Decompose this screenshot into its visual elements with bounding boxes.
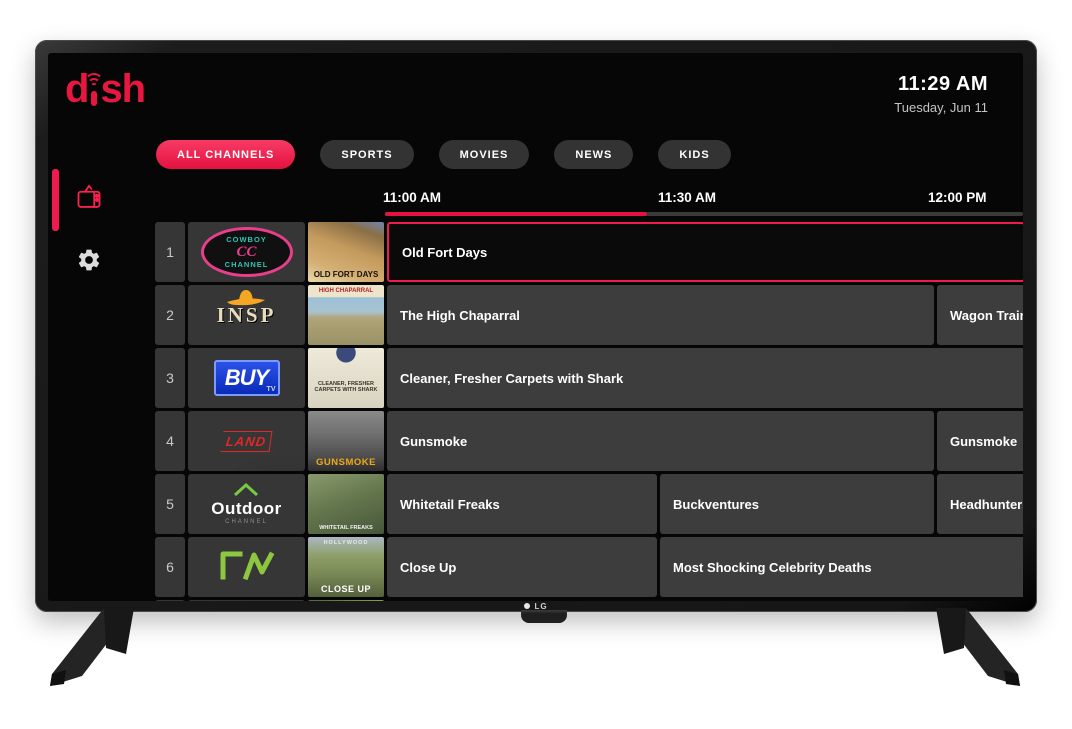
fm-channel-logo [216, 550, 278, 585]
program-cell[interactable]: Most Shocking Celebrity Deaths [660, 537, 1023, 597]
filter-pill-kids[interactable]: KIDS [658, 140, 731, 169]
channel-number: 5 [155, 474, 185, 534]
program-cell[interactable]: Gunsmoke [937, 411, 1023, 471]
channel-logo-cell[interactable]: INSP [188, 285, 305, 345]
guide-rows: 1 COWBOY CC CHANNEL OLD FORT DAYS Old Fort Da… [155, 222, 1023, 601]
program-cell[interactable]: The High Chaparral [387, 285, 934, 345]
program-cells: Old Fort Days [387, 222, 1023, 282]
time-progress-track [385, 212, 1023, 216]
tv-stand-right-leg [918, 608, 1028, 693]
channel-number: 2 [155, 285, 185, 345]
thumbnail-caption: WHITETAIL FREAKS [319, 525, 373, 531]
program-cells: Gunsmoke Gunsmoke [387, 411, 1023, 471]
program-cell[interactable]: Buckventures [660, 474, 934, 534]
tv-land-logo: TVLAND [188, 430, 305, 471]
guide-row: 2 INSP HIGH CHAPARRAL The High Chaparral Wag… [155, 285, 1023, 345]
outdoor-channel-logo: Outdoor CHANNEL [211, 482, 282, 525]
channel-number: 6 [155, 537, 185, 597]
dish-logo: d sh [65, 67, 146, 111]
thumbnail-caption: CLEANER, FRESHER CARPETS WITH SHARK [314, 381, 378, 393]
guide-row: 4TVLAND GUNSMOKE GunsmokeGunsmoke [155, 411, 1023, 471]
time-slot-label: 12:00 PM [928, 190, 987, 205]
tv-stand-left-leg [42, 608, 152, 693]
insp-logo: INSP [217, 289, 277, 328]
guide-row: 1 COWBOY CC CHANNEL OLD FORT DAYS Old Fort Da… [155, 222, 1023, 282]
clock: 11:29 AM Tuesday, Jun 11 [894, 73, 988, 115]
program-cell[interactable]: Gunsmoke [387, 411, 934, 471]
dish-signal-icon [84, 71, 104, 107]
thumbnail-caption: GUNSMOKE [316, 457, 376, 468]
category-filters: ALL CHANNELS SPORTS MOVIES NEWS KIDS [156, 140, 731, 169]
guide-row: 5 Outdoor CHANNEL WHITETAIL FREAKS Whitetail… [155, 474, 1023, 534]
cowboy-channel-logo: COWBOY CC CHANNEL [200, 227, 293, 277]
program-thumbnail: GUNSMOKE [308, 411, 384, 471]
dish-logo-letters: sh [100, 67, 146, 111]
power-led [524, 603, 531, 609]
tv-frame: d sh 11:29 AM Tuesday, Jun 11 ALL CHANNE… [35, 40, 1037, 612]
current-time: 11:29 AM [898, 73, 988, 95]
program-cells: Close Up Most Shocking Celebrity Deaths [387, 537, 1023, 597]
filter-pill-all-channels[interactable]: ALL CHANNELS [156, 140, 296, 169]
channel-number: 4 [155, 411, 185, 471]
dish-logo-letter: d [65, 67, 89, 111]
program-cell[interactable]: Cleaner, Fresher Carpets with Shark [387, 348, 1023, 408]
channel-number: 1 [155, 222, 185, 282]
program-cell[interactable]: Close Up [387, 537, 657, 597]
program-thumbnail: OLD FORT DAYS [308, 222, 384, 282]
program-cell-selected[interactable]: Old Fort Days [387, 222, 1023, 282]
guide-row: 3 BUY TV CLEANER, FRESHER CARPETS WITH SHAR… [155, 348, 1023, 408]
filter-pill-news[interactable]: NEWS [554, 140, 634, 169]
current-date: Tuesday, Jun 11 [894, 100, 988, 115]
thumbnail-caption: HIGH CHAPARRAL [318, 288, 374, 294]
timeline: 11:00 AM 11:30 AM 12:00 PM [48, 190, 1023, 220]
program-cell[interactable]: Whitetail Freaks [387, 474, 657, 534]
settings-icon [78, 249, 100, 271]
program-cells: The High Chaparral Wagon Train [387, 285, 1023, 345]
guide-row: 6 HOLLYWOOD CLOSE UP Close Up Most Shocking … [155, 537, 1023, 597]
thumbnail-caption: CLOSE UP [320, 584, 371, 594]
program-cell[interactable]: Headhunters [937, 474, 1023, 534]
channel-logo-cell[interactable] [188, 537, 305, 597]
sidebar-item-settings[interactable] [74, 245, 104, 275]
program-thumbnail: CLEANER, FRESHER CARPETS WITH SHARK [308, 348, 384, 408]
thumbnail-caption: HOLLYWOOD [323, 540, 369, 546]
program-cell[interactable]: Wagon Train [937, 285, 1023, 345]
program-thumbnail: WHITETAIL FREAKS [308, 474, 384, 534]
time-slot-label: 11:00 AM [383, 190, 442, 205]
time-slot-label: 11:30 AM [658, 190, 717, 205]
program-cells: Whitetail Freaks Buckventures Headhunters [387, 474, 1023, 534]
program-thumbnail: HOLLYWOOD CLOSE UP [308, 537, 384, 597]
thumbnail-caption: OLD FORT DAYS [313, 270, 379, 279]
channel-logo-cell[interactable]: COWBOY CC CHANNEL [188, 222, 305, 282]
guide-screen: d sh 11:29 AM Tuesday, Jun 11 ALL CHANNE… [48, 53, 1023, 601]
filter-pill-movies[interactable]: MOVIES [438, 140, 530, 169]
channel-logo-cell[interactable]: BUY TV [188, 348, 305, 408]
buy-tv-logo: BUY TV [213, 360, 280, 396]
program-cells: Cleaner, Fresher Carpets with Shark [387, 348, 1023, 408]
tv-ir-sensor [521, 610, 567, 623]
channel-logo-cell[interactable]: Outdoor CHANNEL [188, 474, 305, 534]
filter-pill-sports[interactable]: SPORTS [320, 140, 414, 169]
time-progress-fill [385, 212, 647, 216]
channel-logo-cell[interactable]: TVLAND [188, 411, 305, 471]
channel-number: 3 [155, 348, 185, 408]
program-thumbnail: HIGH CHAPARRAL [308, 285, 384, 345]
